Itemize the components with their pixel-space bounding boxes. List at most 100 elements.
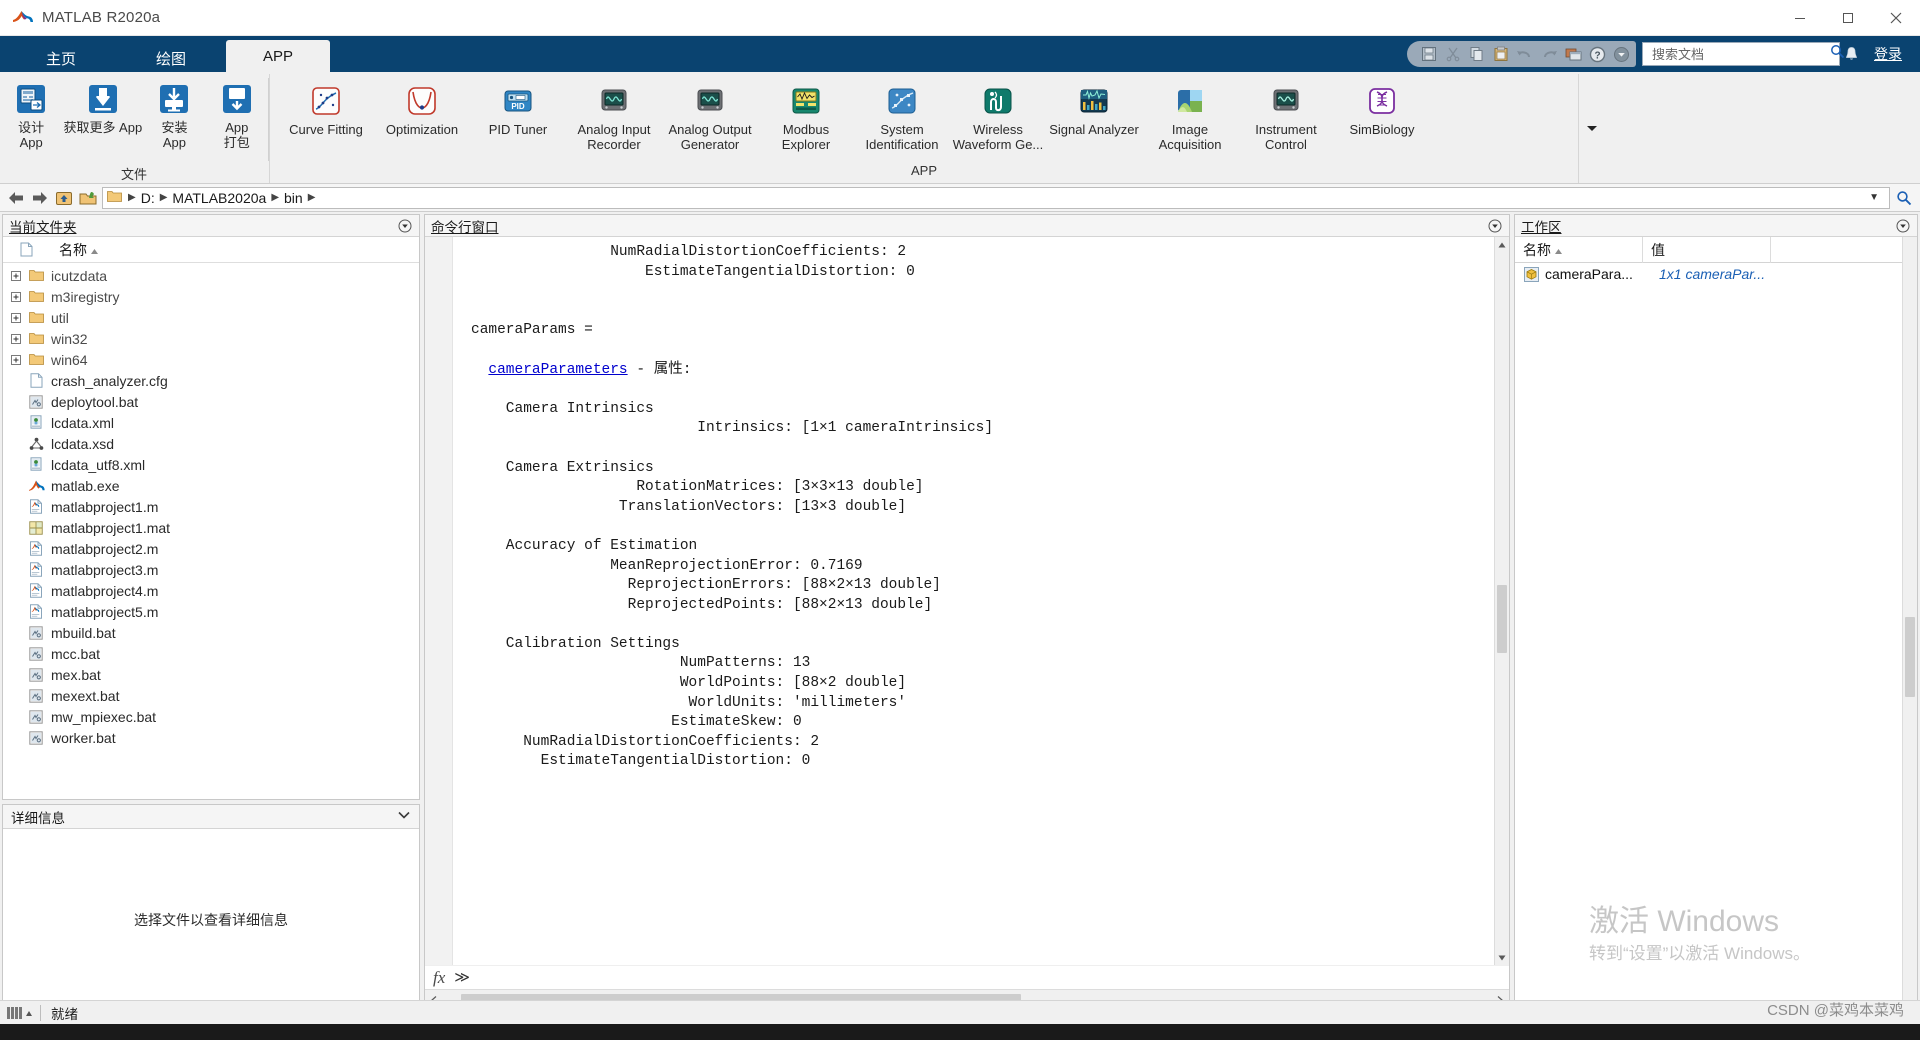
workspace-column-value[interactable]: 值 (1643, 236, 1771, 263)
file-list-item[interactable]: lcdata.xml (3, 412, 419, 433)
help-icon[interactable]: ? (1585, 43, 1609, 65)
ribbon-button-instrument-control[interactable]: Instrument Control (1238, 80, 1334, 152)
expand-icon[interactable] (7, 354, 25, 365)
workspace-column-name[interactable]: 名称 (1515, 236, 1643, 263)
scroll-up-icon[interactable] (1495, 237, 1509, 252)
file-list-item[interactable]: mex.bat (3, 664, 419, 685)
file-list-item[interactable]: lcdata.xsd (3, 433, 419, 454)
ribbon-button-image-acquisition[interactable]: Image Acquisition (1142, 80, 1238, 152)
file-list-item[interactable]: m3iregistry (3, 286, 419, 307)
ribbon-button-optimization[interactable]: Optimization (374, 80, 470, 137)
search-icon[interactable] (1892, 187, 1916, 209)
folder-up-icon[interactable] (52, 187, 76, 209)
busy-indicator-icon[interactable] (0, 1006, 40, 1019)
chevron-down-icon[interactable]: ▼ (1869, 192, 1885, 203)
customize-icon[interactable] (1609, 43, 1633, 65)
bat-icon (25, 730, 47, 745)
tab-apps[interactable]: APP (226, 40, 330, 72)
ribbon-button-pid-tuner[interactable]: PID PID Tuner (470, 80, 566, 137)
workspace-column-extra[interactable] (1771, 237, 1917, 263)
file-list-item[interactable]: matlabproject4.m (3, 580, 419, 601)
ribbon-button-system-identification[interactable]: System Identification (854, 80, 950, 152)
ribbon-button-get-more-apps[interactable]: 获取更多 App (62, 78, 143, 135)
paste-icon[interactable] (1489, 43, 1513, 65)
tab-plots[interactable]: 绘图 (116, 44, 226, 72)
file-list-item[interactable]: matlabproject5.m (3, 601, 419, 622)
camera-parameters-link[interactable]: cameraParameters (488, 362, 627, 378)
ribbon-button-simbiology[interactable]: SimBiology (1334, 80, 1430, 137)
save-icon[interactable] (1417, 43, 1441, 65)
ribbon-button-modbus-explorer[interactable]: Modbus Explorer (758, 80, 854, 152)
expand-icon[interactable] (7, 312, 25, 323)
panel-menu-icon[interactable] (397, 218, 413, 234)
scrollbar-thumb[interactable] (1497, 585, 1507, 653)
file-list-item[interactable]: win64 (3, 349, 419, 370)
expand-icon[interactable] (7, 270, 25, 281)
command-prompt-row[interactable]: fx ≫ (425, 965, 1509, 989)
maximize-button[interactable] (1824, 0, 1872, 36)
workspace-vertical-scrollbar[interactable] (1902, 237, 1917, 1011)
search-box[interactable] (1642, 42, 1845, 66)
file-list-item[interactable]: crash_analyzer.cfg (3, 370, 419, 391)
expand-icon[interactable] (7, 333, 25, 344)
file-list-item[interactable]: matlabproject1.m (3, 496, 419, 517)
file-list-item[interactable]: icutzdata (3, 265, 419, 286)
ribbon-button-wireless-waveform-generator[interactable]: Wireless Waveform Ge... (950, 80, 1046, 152)
command-window-vertical-scrollbar[interactable] (1494, 237, 1509, 965)
ribbon-button-install-app[interactable]: 安装 App (143, 78, 205, 150)
bell-icon[interactable] (1840, 46, 1862, 62)
breadcrumb-item-matlab2020a[interactable]: MATLAB2020a (169, 190, 269, 206)
login-link[interactable]: 登录 (1874, 44, 1902, 64)
file-list[interactable]: icutzdata m3iregistry util win32 win64 crash_… (3, 263, 419, 799)
file-name: matlabproject2.m (51, 540, 159, 557)
breadcrumb-item-bin[interactable]: bin (281, 190, 306, 206)
chevron-down-icon[interactable] (1579, 123, 1605, 133)
arrow-left-icon[interactable] (4, 187, 28, 209)
switch-window-icon[interactable] (1561, 43, 1585, 65)
expand-icon[interactable] (7, 291, 25, 302)
tab-home[interactable]: 主页 (6, 44, 116, 72)
arrow-right-icon[interactable] (28, 187, 52, 209)
file-list-item[interactable]: mbuild.bat (3, 622, 419, 643)
file-list-item[interactable]: deploytool.bat (3, 391, 419, 412)
panel-menu-icon[interactable] (1487, 218, 1503, 234)
command-window-output-area[interactable]: NumRadialDistortionCoefficients: 2 Estim… (425, 237, 1509, 965)
ribbon-button-signal-analyzer[interactable]: Signal Analyzer (1046, 80, 1142, 137)
scrollbar-thumb[interactable] (1905, 617, 1915, 697)
browse-folder-icon[interactable] (76, 187, 100, 209)
minimize-button[interactable] (1776, 0, 1824, 36)
cut-icon[interactable] (1441, 43, 1465, 65)
workspace-row[interactable]: cameraPara... 1x1 cameraPar... (1515, 263, 1917, 285)
undo-icon[interactable] (1513, 43, 1537, 65)
file-list-item[interactable]: worker.bat (3, 727, 419, 748)
file-list-item[interactable]: mw_mpiexec.bat (3, 706, 419, 727)
ribbon-button-analog-output-generator[interactable]: Analog Output Generator (662, 80, 758, 152)
sort-asc-icon (90, 242, 99, 258)
chevron-down-icon[interactable] (397, 810, 411, 823)
file-list-item[interactable]: matlabproject2.m (3, 538, 419, 559)
file-name: mbuild.bat (51, 624, 116, 641)
panel-menu-icon[interactable] (1895, 218, 1911, 234)
file-list-item[interactable]: matlabproject3.m (3, 559, 419, 580)
file-list-item[interactable]: matlab.exe (3, 475, 419, 496)
breadcrumb-item-drive[interactable]: D: (138, 190, 158, 206)
redo-icon[interactable] (1537, 43, 1561, 65)
search-input[interactable] (1650, 45, 1830, 63)
path-breadcrumb-box[interactable]: ▶ D: ▶ MATLAB2020a ▶ bin ▶ ▼ (102, 186, 1890, 209)
ribbon-button-curve-fitting[interactable]: Curve Fitting (278, 80, 374, 137)
copy-icon[interactable] (1465, 43, 1489, 65)
ribbon-button-analog-input-recorder[interactable]: Analog Input Recorder (566, 80, 662, 152)
close-button[interactable] (1872, 0, 1920, 36)
command-window-panel: 命令行窗口 NumRadialDistortionCoefficients: 2… (424, 214, 1510, 1012)
ribbon-button-package-app[interactable]: App 打包 (206, 78, 268, 150)
scroll-down-icon[interactable] (1495, 950, 1509, 965)
fx-icon[interactable]: fx (433, 968, 445, 988)
file-list-item[interactable]: matlabproject1.mat (3, 517, 419, 538)
file-list-item[interactable]: lcdata_utf8.xml (3, 454, 419, 475)
file-list-item[interactable]: util (3, 307, 419, 328)
file-list-column-name[interactable]: 名称 (49, 240, 419, 260)
file-list-item[interactable]: win32 (3, 328, 419, 349)
ribbon-button-design-app[interactable]: 设计 App (0, 78, 62, 150)
file-list-item[interactable]: mexext.bat (3, 685, 419, 706)
file-list-item[interactable]: mcc.bat (3, 643, 419, 664)
